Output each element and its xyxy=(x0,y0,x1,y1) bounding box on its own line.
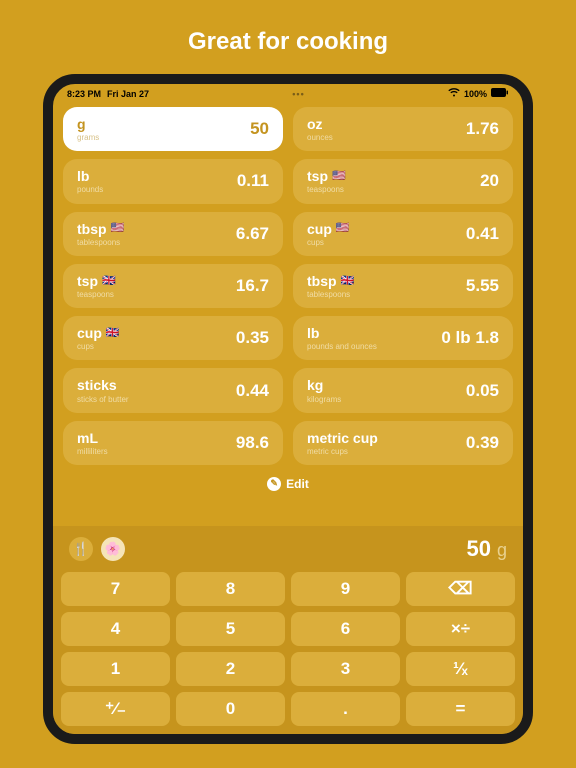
tile-unit-label: lb xyxy=(307,325,319,341)
tile-sublabel: milliliters xyxy=(77,447,108,456)
status-bar: 8:23 PM Fri Jan 27 ••• 100% xyxy=(53,84,523,101)
key-2[interactable]: 2 xyxy=(176,652,285,686)
tile-value: 0.44 xyxy=(236,381,269,401)
tile-value: 1.76 xyxy=(466,119,499,139)
battery-icon xyxy=(491,88,509,99)
tile-sublabel: cups xyxy=(77,342,120,351)
tile-unit-label: tsp xyxy=(77,273,98,289)
keypad: 7 8 9 ⌫ 4 5 6 ×÷ 1 2 3 ¹⁄ₓ ⁺⁄₋ 0 . = xyxy=(53,568,523,734)
key-multiply-divide[interactable]: ×÷ xyxy=(406,612,515,646)
edit-button[interactable]: ✎ Edit xyxy=(63,477,513,491)
tile-cup-us[interactable]: cup 🇺🇸 cups 0.41 xyxy=(293,212,513,256)
key-backspace[interactable]: ⌫ xyxy=(406,572,515,606)
tile-tsp-uk[interactable]: tsp 🇬🇧 teaspoons 16.7 xyxy=(63,264,283,308)
tile-sublabel: pounds xyxy=(77,185,103,194)
tile-tsp-us[interactable]: tsp 🇺🇸 teaspoons 20 xyxy=(293,159,513,203)
tile-value: 0.35 xyxy=(236,328,269,348)
key-1[interactable]: 1 xyxy=(61,652,170,686)
tile-unit-label: tbsp xyxy=(77,221,107,237)
tile-sublabel: sticks of butter xyxy=(77,395,129,404)
wifi-icon xyxy=(448,88,460,99)
flag-uk-icon: 🇬🇧 xyxy=(106,327,120,340)
key-3[interactable]: 3 xyxy=(291,652,400,686)
tile-value: 0 lb 1.8 xyxy=(441,328,499,348)
tile-unit-label: cup xyxy=(77,325,102,341)
tile-sublabel: ounces xyxy=(307,133,333,142)
battery-pct: 100% xyxy=(464,89,487,99)
tile-kg[interactable]: kg kilograms 0.05 xyxy=(293,368,513,412)
key-sign[interactable]: ⁺⁄₋ xyxy=(61,692,170,726)
flag-us-icon: 🇺🇸 xyxy=(111,222,125,235)
flag-uk-icon: 🇬🇧 xyxy=(102,275,116,288)
unit-grid: g grams 50 oz ounces 1.76 lb pounds 0.11 xyxy=(63,107,513,465)
tile-sublabel: tablespoons xyxy=(307,290,354,299)
tile-unit-label: tsp xyxy=(307,168,328,184)
tile-value: 20 xyxy=(480,171,499,191)
tile-value: 0.39 xyxy=(466,433,499,453)
flag-us-icon: 🇺🇸 xyxy=(332,170,346,183)
key-9[interactable]: 9 xyxy=(291,572,400,606)
pencil-icon: ✎ xyxy=(267,477,281,491)
key-4[interactable]: 4 xyxy=(61,612,170,646)
readout-value: 50 xyxy=(467,536,491,562)
key-equals[interactable]: = xyxy=(406,692,515,726)
flag-us-icon: 🇺🇸 xyxy=(336,222,350,235)
tile-ounces[interactable]: oz ounces 1.76 xyxy=(293,107,513,151)
tile-sublabel: teaspoons xyxy=(77,290,116,299)
status-time: 8:23 PM xyxy=(67,89,101,99)
tile-value: 6.67 xyxy=(236,224,269,244)
tile-unit-label: kg xyxy=(307,377,323,393)
tile-value: 98.6 xyxy=(236,433,269,453)
key-5[interactable]: 5 xyxy=(176,612,285,646)
key-0[interactable]: 0 xyxy=(176,692,285,726)
tile-tbsp-us[interactable]: tbsp 🇺🇸 tablespoons 6.67 xyxy=(63,212,283,256)
readout-unit: g xyxy=(497,540,507,561)
tile-value: 50 xyxy=(250,119,269,139)
tile-lb-oz[interactable]: lb pounds and ounces 0 lb 1.8 xyxy=(293,316,513,360)
tile-value: 0.11 xyxy=(237,171,269,191)
tile-sublabel: kilograms xyxy=(307,395,341,404)
tile-unit-label: metric cup xyxy=(307,430,378,446)
tile-sublabel: pounds and ounces xyxy=(307,342,377,351)
key-7[interactable]: 7 xyxy=(61,572,170,606)
status-date: Fri Jan 27 xyxy=(107,89,149,99)
ingredient-icon[interactable]: 🌸 xyxy=(101,537,125,561)
key-6[interactable]: 6 xyxy=(291,612,400,646)
device-frame: 8:23 PM Fri Jan 27 ••• 100% g grams 50 xyxy=(43,74,533,744)
tile-value: 5.55 xyxy=(466,276,499,296)
multitask-dots: ••• xyxy=(292,89,304,99)
tile-unit-label: sticks xyxy=(77,377,117,393)
tile-unit-label: g xyxy=(77,116,86,132)
tile-unit-label: oz xyxy=(307,116,323,132)
tile-unit-label: mL xyxy=(77,430,98,446)
tile-unit-label: lb xyxy=(77,168,89,184)
tile-value: 16.7 xyxy=(236,276,269,296)
readout-bar: 🍴 🌸 50 g xyxy=(53,526,523,568)
tile-ml[interactable]: mL milliliters 98.6 xyxy=(63,421,283,465)
tile-value: 0.05 xyxy=(466,381,499,401)
tile-sublabel: teaspoons xyxy=(307,185,346,194)
key-8[interactable]: 8 xyxy=(176,572,285,606)
utensils-icon[interactable]: 🍴 xyxy=(69,537,93,561)
flag-uk-icon: 🇬🇧 xyxy=(341,275,355,288)
tile-tbsp-uk[interactable]: tbsp 🇬🇧 tablespoons 5.55 xyxy=(293,264,513,308)
tile-sticks[interactable]: sticks sticks of butter 0.44 xyxy=(63,368,283,412)
tile-grams[interactable]: g grams 50 xyxy=(63,107,283,151)
tile-sublabel: grams xyxy=(77,133,99,142)
tile-metric-cup[interactable]: metric cup metric cups 0.39 xyxy=(293,421,513,465)
tile-pounds[interactable]: lb pounds 0.11 xyxy=(63,159,283,203)
key-decimal[interactable]: . xyxy=(291,692,400,726)
tile-value: 0.41 xyxy=(466,224,499,244)
edit-label: Edit xyxy=(286,477,309,491)
tile-cup-uk[interactable]: cup 🇬🇧 cups 0.35 xyxy=(63,316,283,360)
marketing-title: Great for cooking xyxy=(188,28,388,56)
tile-sublabel: tablespoons xyxy=(77,238,124,247)
tile-sublabel: metric cups xyxy=(307,447,378,456)
key-reciprocal[interactable]: ¹⁄ₓ xyxy=(406,652,515,686)
tile-sublabel: cups xyxy=(307,238,350,247)
tile-unit-label: cup xyxy=(307,221,332,237)
tile-unit-label: tbsp xyxy=(307,273,337,289)
